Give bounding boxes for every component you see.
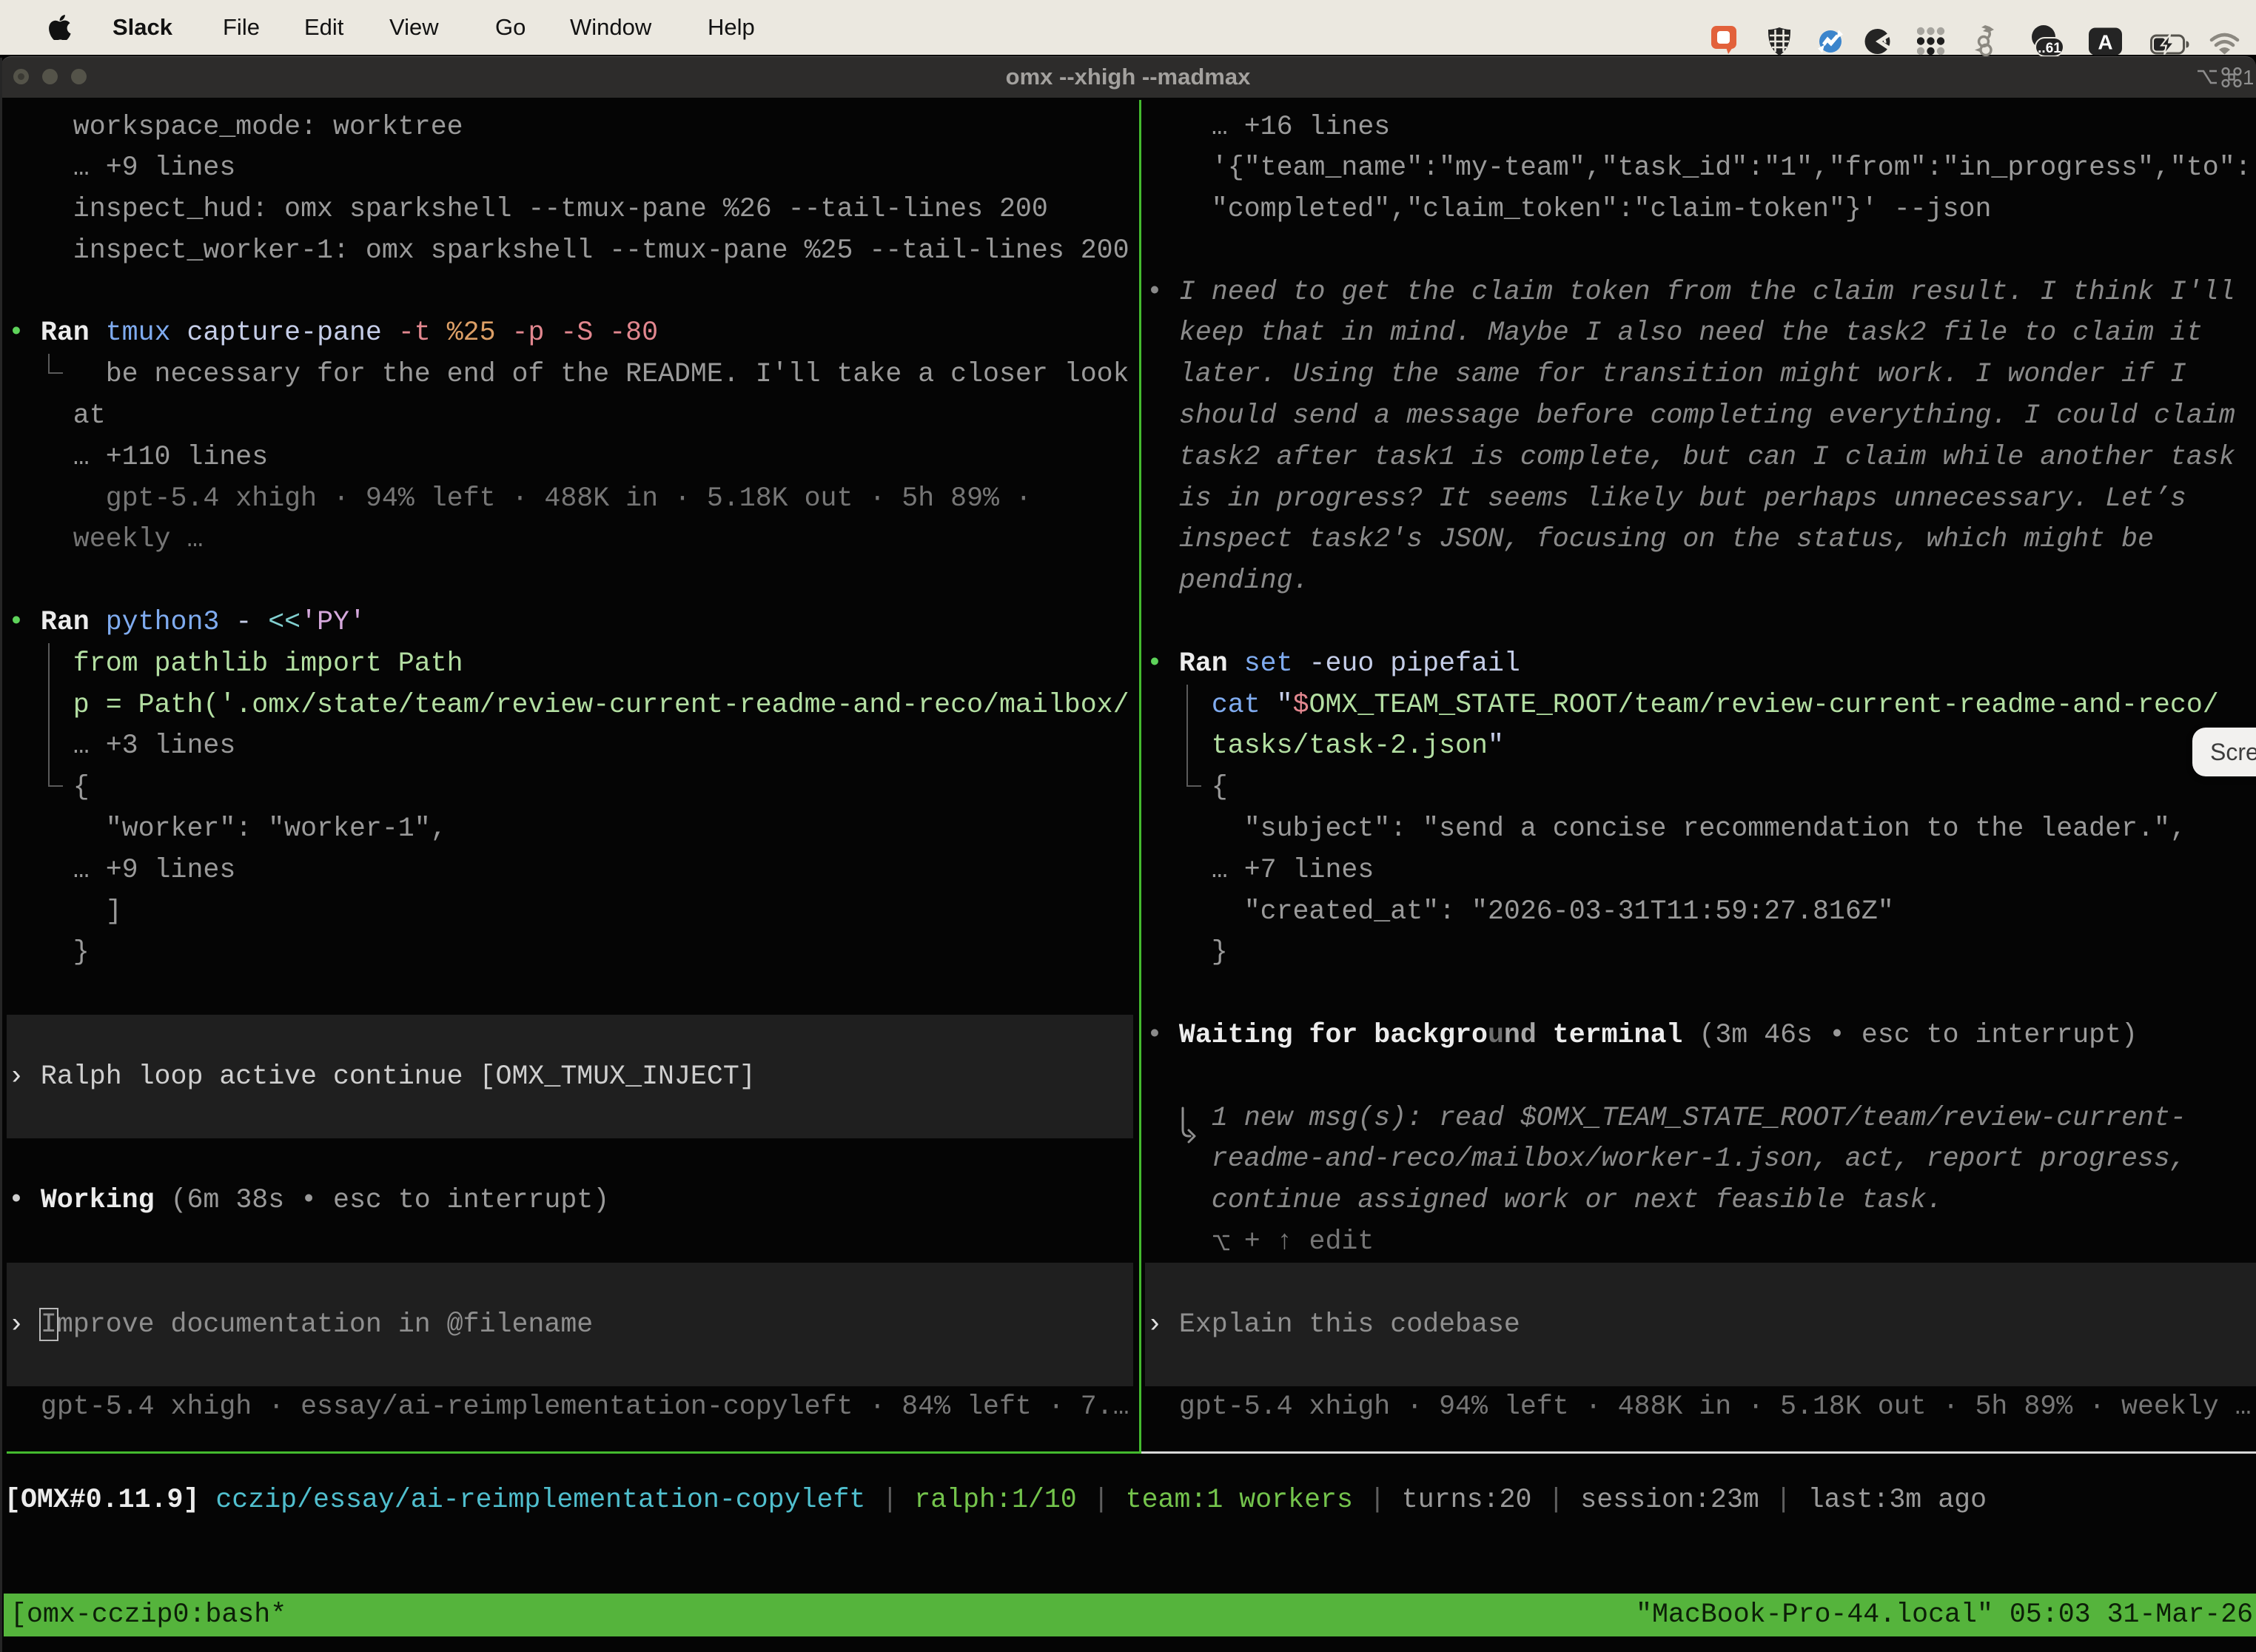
svg-text:..61: ..61 (2038, 41, 2061, 56)
svg-text:A: A (2098, 31, 2112, 54)
svg-text:1: 1 (2243, 66, 2253, 89)
